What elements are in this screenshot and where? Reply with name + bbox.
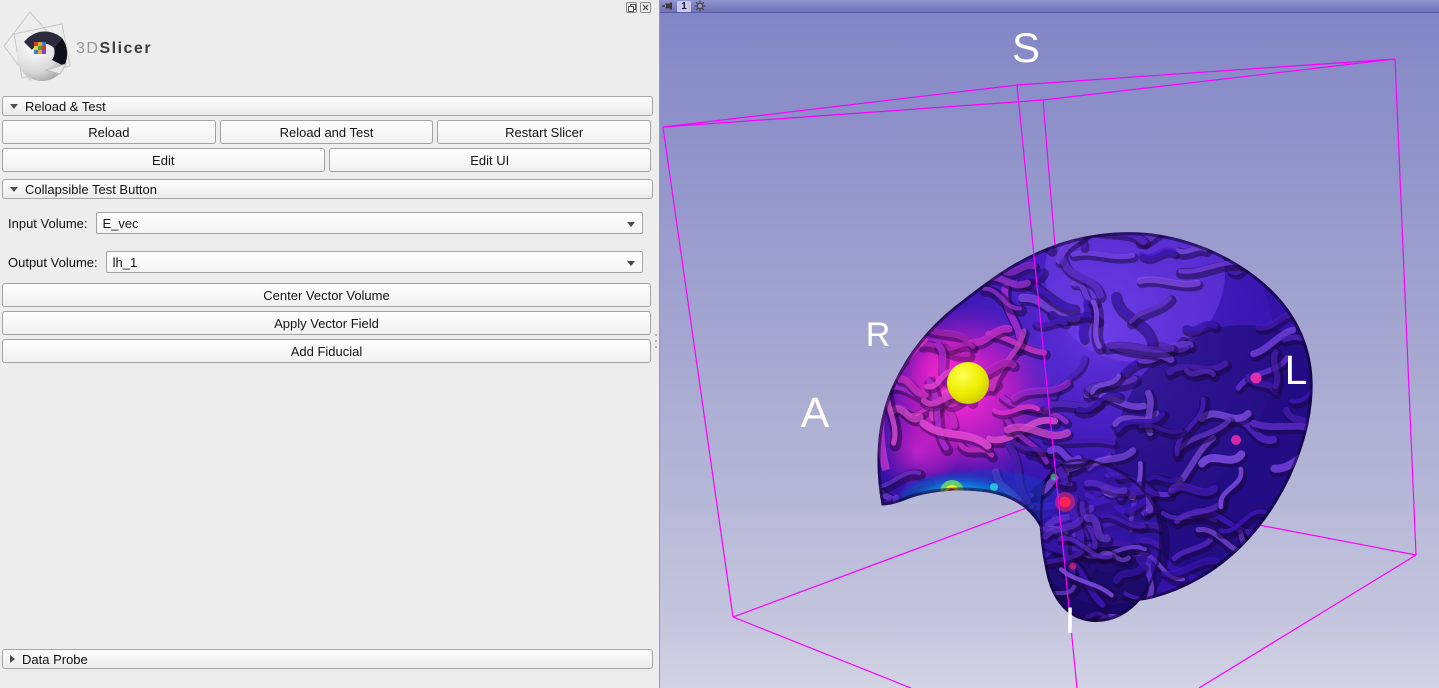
threeD-view: 1 [660,0,1439,688]
brain-surface-model [849,175,1375,664]
chevron-down-icon [627,222,635,227]
slicer-app-window: { "panel": { "logo": { "part1": "3D", "p… [0,0,1439,688]
expand-arrow-icon [10,655,15,663]
fiducial-marker[interactable] [947,362,989,404]
output-volume-combobox[interactable]: lh_1 [106,251,643,273]
app-title-slicer: Slicer [99,40,152,57]
undock-icon[interactable] [626,2,637,13]
section-title: Data Probe [22,652,88,667]
orientation-label-left: L [1285,347,1308,393]
edit-ui-button[interactable]: Edit UI [329,148,652,172]
app-title-3d: 3D [76,40,99,57]
center-vector-volume-button[interactable]: Center Vector Volume [2,283,651,307]
collapse-arrow-icon [10,104,18,109]
output-volume-value: lh_1 [113,255,138,270]
input-volume-label: Input Volume: [8,216,88,231]
reload-button[interactable]: Reload [2,120,216,144]
add-fiducial-button[interactable]: Add Fiducial [2,339,651,363]
slicer-logo-icon [0,8,84,92]
collapse-arrow-icon [10,187,18,192]
collapsible-data-probe[interactable]: Data Probe [2,649,653,669]
orientation-label-superior: S [1012,24,1040,71]
restart-slicer-button[interactable]: Restart Slicer [437,120,651,144]
edit-button[interactable]: Edit [2,148,325,172]
panel-window-controls [626,2,651,13]
chevron-down-icon [627,261,635,266]
collapsible-reload-test[interactable]: Reload & Test [2,96,653,116]
input-volume-combobox[interactable]: E_vec [96,212,644,234]
module-header: 3DSlicer [0,0,659,96]
panel-resize-grip[interactable] [654,334,658,356]
threeD-viewport[interactable]: S R A L I [660,0,1439,688]
orientation-label-anterior: A [801,389,830,437]
apply-vector-field-button[interactable]: Apply Vector Field [2,311,651,335]
module-panel: 3DSlicer Reload & Test Reload Reload and… [0,0,659,688]
section-title: Reload & Test [25,99,106,114]
close-icon[interactable] [640,2,651,13]
app-title: 3DSlicer [76,40,152,58]
orientation-label-inferior: I [1065,600,1075,641]
reload-and-test-button[interactable]: Reload and Test [220,120,434,144]
output-volume-label: Output Volume: [8,255,98,270]
orientation-label-right: R [866,316,891,354]
input-volume-value: E_vec [103,216,139,231]
collapsible-test-button-section[interactable]: Collapsible Test Button [2,179,653,199]
section-title: Collapsible Test Button [25,182,157,197]
